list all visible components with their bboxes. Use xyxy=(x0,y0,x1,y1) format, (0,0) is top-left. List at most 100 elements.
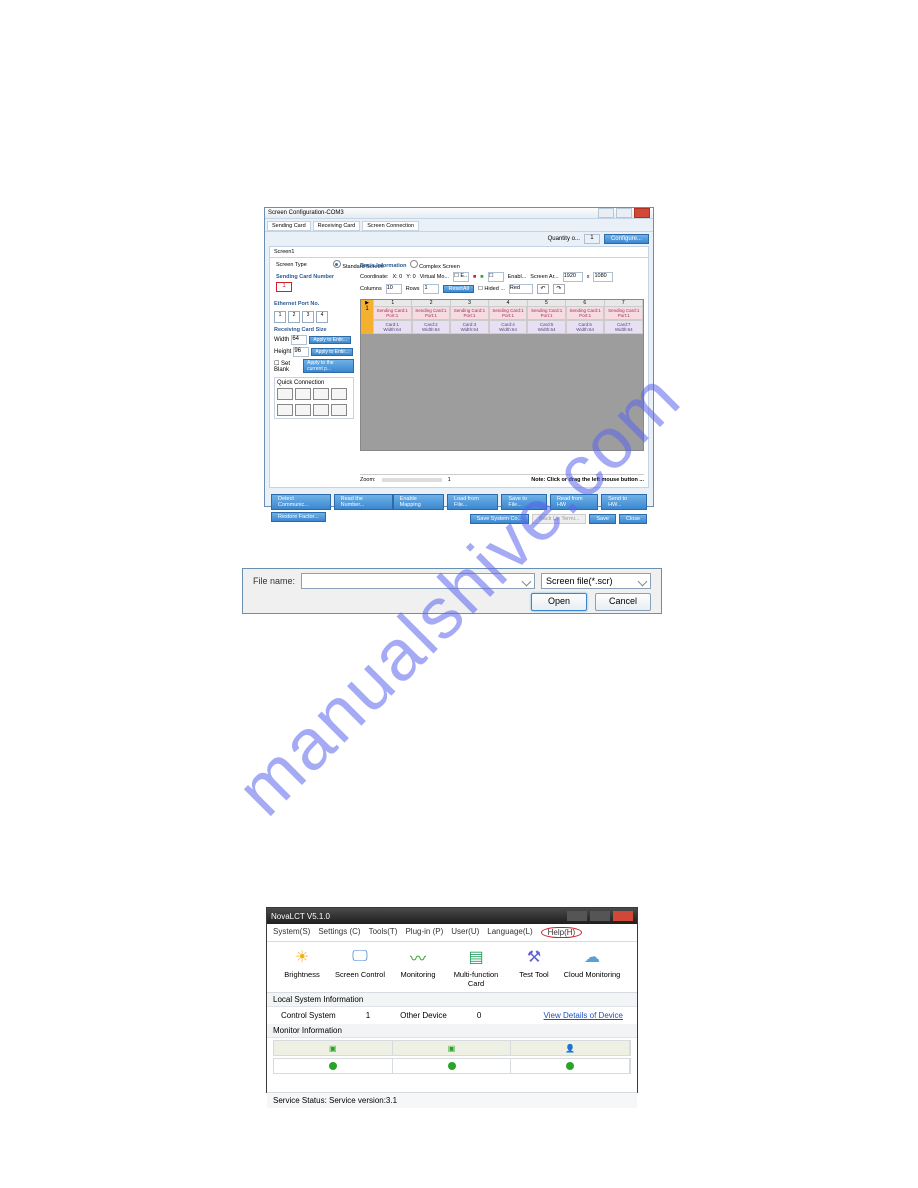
close-icon[interactable] xyxy=(634,208,650,218)
rows-field[interactable]: 1 xyxy=(423,284,439,294)
width-field[interactable]: 64 xyxy=(291,335,307,345)
card-cell[interactable]: Sending Card:1Port:1 xyxy=(373,306,412,320)
card-cell[interactable]: Sending Card:1Port:1 xyxy=(566,306,605,320)
columns-field[interactable]: 10 xyxy=(386,284,402,294)
qc-pattern-2[interactable] xyxy=(295,388,311,400)
tool-screen-control[interactable]: 🖵 Screen Control xyxy=(331,946,389,988)
port-1-button[interactable]: 1 xyxy=(274,311,286,323)
main-tabs: Sending Card Receiving Card Screen Conne… xyxy=(265,219,653,232)
tool-cloud[interactable]: ☁ Cloud Monitoring xyxy=(563,946,621,988)
reset-all-button[interactable]: ResetAll xyxy=(443,285,473,293)
maximize-icon[interactable] xyxy=(590,911,610,921)
send-hw-button[interactable]: Send to HW... xyxy=(601,494,647,510)
card-cell[interactable]: Card:1Width:64 xyxy=(373,320,412,334)
enable-mapping-button[interactable]: Enable Mapping xyxy=(393,494,444,510)
menu-user[interactable]: User(U) xyxy=(451,927,479,938)
redo-button[interactable]: ↷ xyxy=(553,284,565,294)
color-select[interactable]: Red xyxy=(509,284,533,294)
restore-button[interactable]: Restore Factor... xyxy=(271,512,326,522)
tool-brightness[interactable]: ☀ Brightness xyxy=(273,946,331,988)
card-cell[interactable]: Sending Card:1Port:1 xyxy=(489,306,528,320)
apply-current-button[interactable]: Apply to the current p... xyxy=(303,359,354,373)
virtual-check[interactable]: ☐ E.. xyxy=(453,272,469,282)
menu-plugin[interactable]: Plug-in (P) xyxy=(405,927,443,938)
tool-monitoring[interactable]: 〰 Monitoring xyxy=(389,946,447,988)
undo-button[interactable]: ↶ xyxy=(537,284,549,294)
port-4-button[interactable]: 4 xyxy=(316,311,328,323)
menu-system[interactable]: System(S) xyxy=(273,927,310,938)
titlebar: NovaLCT V5.1.0 xyxy=(267,908,637,924)
menu-settings[interactable]: Settings (C) xyxy=(318,927,360,938)
qc-pattern-4[interactable] xyxy=(331,388,347,400)
card-cell[interactable]: Sending Card:1Port:1 xyxy=(412,306,451,320)
qc-pattern-1[interactable] xyxy=(277,388,293,400)
qc-pattern-5[interactable] xyxy=(277,404,293,416)
save-file-button[interactable]: Save to File... xyxy=(501,494,547,510)
save-button[interactable]: Save xyxy=(589,514,616,524)
chevron-down-icon xyxy=(522,576,532,586)
save-system-button[interactable]: Save System Co... xyxy=(470,514,530,524)
minimize-icon[interactable] xyxy=(598,208,614,218)
card-cell[interactable]: Card:5Width:64 xyxy=(527,320,566,334)
screen1-tab[interactable]: Screen1 xyxy=(270,247,648,258)
tab-receiving-card[interactable]: Receiving Card xyxy=(313,221,361,231)
configure-button[interactable]: Configure... xyxy=(604,234,649,244)
card-cell[interactable]: Sending Card:1Port:1 xyxy=(450,306,489,320)
port-3-button[interactable]: 3 xyxy=(302,311,314,323)
card-cell[interactable]: Sending Card:1Port:1 xyxy=(604,306,643,320)
coord-y[interactable]: Y: 0 xyxy=(406,274,415,280)
height-field[interactable]: 96 xyxy=(293,347,309,357)
qc-pattern-6[interactable] xyxy=(295,404,311,416)
qc-pattern-7[interactable] xyxy=(313,404,329,416)
set-blank-check[interactable]: ☐ Set Blank xyxy=(274,360,301,373)
tool-test[interactable]: ⚒ Test Tool xyxy=(505,946,563,988)
virtual-mode-label: Virtual Mo... xyxy=(420,274,449,280)
port-2-button[interactable]: 2 xyxy=(288,311,300,323)
menu-help[interactable]: Help(H) xyxy=(541,927,583,938)
card-cell[interactable]: Card:3Width:64 xyxy=(450,320,489,334)
basic-info-panel: Basic Information Coordinate: X: 0 Y: 0 … xyxy=(360,261,644,295)
view-details-link[interactable]: View Details of Device xyxy=(544,1011,623,1020)
open-button[interactable]: Open xyxy=(531,593,587,611)
qc-pattern-3[interactable] xyxy=(313,388,329,400)
monitor-status-row xyxy=(273,1058,631,1074)
card-cell[interactable]: Card:7Width:64 xyxy=(604,320,643,334)
apply-width-button[interactable]: Apply to Entir... xyxy=(309,336,351,344)
card-cell[interactable]: Card:2Width:64 xyxy=(412,320,451,334)
card-cell[interactable]: Card:6Width:64 xyxy=(566,320,605,334)
sun-icon: ☀ xyxy=(290,946,314,968)
quantity-field[interactable]: 1 xyxy=(584,234,600,244)
detect-button[interactable]: Detect Communic... xyxy=(271,494,331,510)
load-file-button[interactable]: Load from File... xyxy=(447,494,498,510)
enable-check[interactable]: ☐ xyxy=(488,272,504,282)
apply-height-button[interactable]: Apply to Entir... xyxy=(311,348,353,356)
card-icon: ▤ xyxy=(464,946,488,968)
status-dot-icon xyxy=(566,1062,574,1070)
minimize-icon[interactable] xyxy=(567,911,587,921)
read-hw-button[interactable]: Read from HW xyxy=(550,494,598,510)
tab-screen-connection[interactable]: Screen Connection xyxy=(362,221,419,231)
close-icon[interactable] xyxy=(613,911,633,921)
tab-sending-card[interactable]: Sending Card xyxy=(267,221,311,231)
filter-value: Screen file(*.scr) xyxy=(546,576,613,586)
qc-pattern-8[interactable] xyxy=(331,404,347,416)
tool-multifunction-card[interactable]: ▤ Multi-function Card xyxy=(447,946,505,988)
topology-canvas[interactable]: ▶ 1234567 1 Sending Card:1Port:1 Sending… xyxy=(360,299,644,451)
hided-check[interactable]: ☐ Hided ... xyxy=(478,286,505,292)
card-cell[interactable]: Sending Card:1Port:1 xyxy=(527,306,566,320)
filename-field[interactable] xyxy=(301,573,535,589)
menu-language[interactable]: Language(L) xyxy=(487,927,532,938)
left-column: Ethernet Port No. 1 2 3 4 Receiving Card… xyxy=(274,299,354,419)
cancel-button[interactable]: Cancel xyxy=(595,593,651,611)
zoom-slider[interactable] xyxy=(382,478,442,482)
card-cell[interactable]: Card:4Width:64 xyxy=(489,320,528,334)
body-panel: Screen1 Screen Type Standard Screen Comp… xyxy=(269,246,649,488)
file-filter-select[interactable]: Screen file(*.scr) xyxy=(541,573,651,589)
control-system-value: 1 xyxy=(366,1011,370,1020)
window-controls xyxy=(598,208,650,218)
maximize-icon[interactable] xyxy=(616,208,632,218)
coord-x[interactable]: X: 0 xyxy=(392,274,402,280)
sending-card-number-field[interactable]: 1 xyxy=(276,282,292,292)
close-button[interactable]: Close xyxy=(619,514,647,524)
read-number-button[interactable]: Read the Number... xyxy=(334,494,393,510)
